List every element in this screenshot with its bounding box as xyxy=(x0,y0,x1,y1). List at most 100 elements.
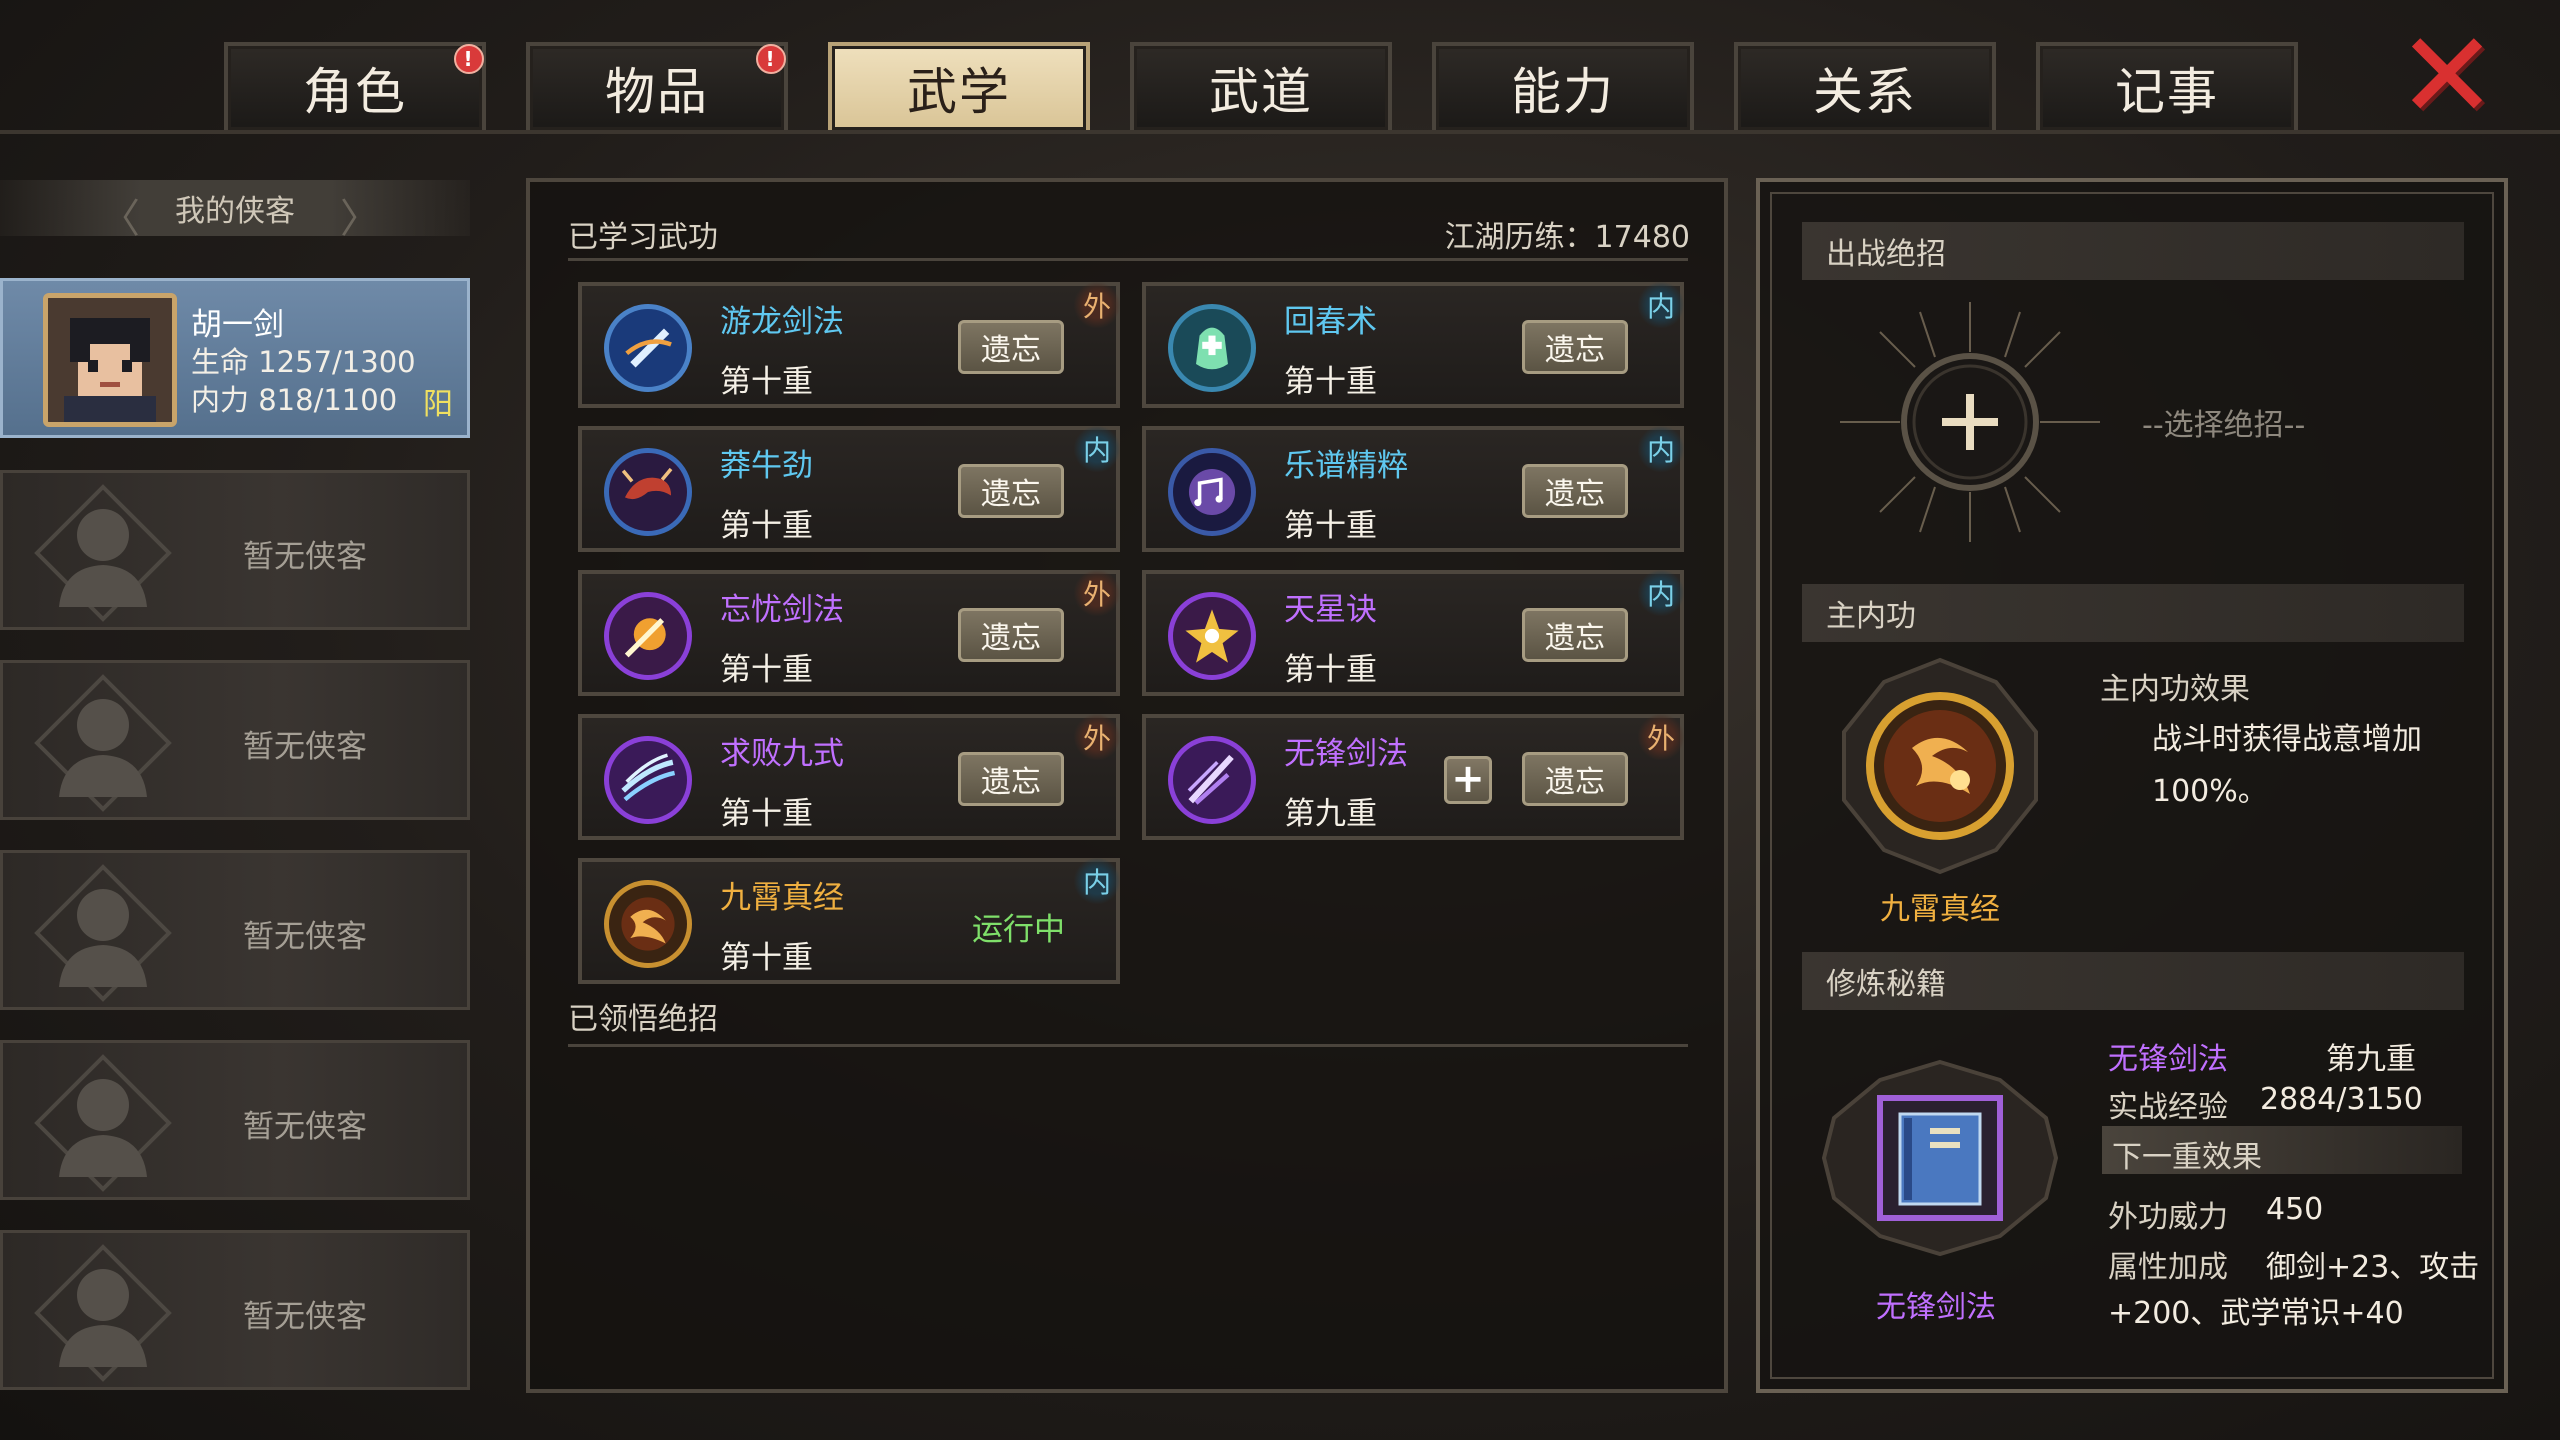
add-button[interactable]: + xyxy=(1444,756,1492,804)
silhouette-icon xyxy=(34,1054,172,1192)
skill-name: 莽牛劲 xyxy=(720,448,813,484)
empty-hero-slot[interactable]: 暂无侠客 xyxy=(0,660,470,820)
learned-skills-title: 已学习武功 xyxy=(568,220,718,255)
tab-label: 能力 xyxy=(1511,63,1615,121)
exp-label: 江湖历练：17480 xyxy=(1444,220,1690,255)
tab-journal[interactable]: 记事 xyxy=(2036,42,2298,130)
skill-level: 第十重 xyxy=(720,364,813,400)
skill-level: 第十重 xyxy=(1284,364,1377,400)
empty-slot-label: 暂无侠客 xyxy=(243,919,367,955)
tab-divider xyxy=(0,130,2560,134)
skill-card[interactable]: 求败九式 第十重 遗忘外 xyxy=(578,714,1120,840)
empty-hero-slot[interactable]: 暂无侠客 xyxy=(0,1230,470,1390)
forget-button[interactable]: 遗忘 xyxy=(1522,464,1628,518)
alert-badge: ! xyxy=(454,44,484,74)
star-icon xyxy=(1168,592,1256,680)
herb-potion-icon xyxy=(1168,304,1256,392)
bonus-value-line2: +200、武学常识+40 xyxy=(2108,1296,2404,1331)
main-inner-header: 主内功 xyxy=(1802,584,2464,642)
skill-type-badge: 外 xyxy=(1074,282,1120,328)
fire-swirl-icon xyxy=(604,880,692,968)
empty-hero-slot[interactable]: 暂无侠客 xyxy=(0,470,470,630)
power-label: 外功威力 xyxy=(2108,1200,2228,1235)
main-inner-slot[interactable] xyxy=(1820,656,2060,876)
hero-list-header: 〈 我的侠客 〉 xyxy=(0,180,470,242)
main-inner-effect-value: 100%。 xyxy=(2152,774,2268,809)
training-header: 修炼秘籍 xyxy=(1802,952,2464,1010)
skill-card[interactable]: 天星诀第十重 遗忘内 xyxy=(1142,570,1684,696)
main-inner-effect-title: 主内功效果 xyxy=(2100,672,2250,707)
training-skill-level: 第九重 xyxy=(2326,1042,2416,1077)
silhouette-icon xyxy=(34,1244,172,1382)
forget-button[interactable]: 遗忘 xyxy=(958,320,1064,374)
empty-hero-slot[interactable]: 暂无侠客 xyxy=(0,850,470,1010)
arrow-left-icon[interactable]: 〈 xyxy=(100,186,140,244)
skill-type-badge: 内 xyxy=(1074,858,1120,904)
close-icon[interactable]: ✕ xyxy=(2392,17,2502,137)
skill-type-badge: 内 xyxy=(1638,570,1684,616)
forget-button[interactable]: 遗忘 xyxy=(958,608,1064,662)
skill-name: 回春术 xyxy=(1284,304,1377,340)
skill-card[interactable]: 莽牛劲第十重 遗忘内 xyxy=(578,426,1120,552)
skill-level: 第十重 xyxy=(720,796,813,832)
empty-slot-label: 暂无侠客 xyxy=(243,539,367,575)
main-inner-title: 主内功 xyxy=(1826,599,1916,634)
hero-hp: 生命 1257/1300 xyxy=(191,345,416,379)
skill-card[interactable]: 无锋剑法 第九重 + 遗忘外 xyxy=(1142,714,1684,840)
tab-martial-arts[interactable]: 武学 xyxy=(828,42,1090,130)
divider xyxy=(568,258,1688,261)
skill-level: 第十重 xyxy=(720,652,813,688)
training-book-slot[interactable] xyxy=(1810,1058,2070,1258)
avatar xyxy=(43,293,177,427)
forget-button[interactable]: 遗忘 xyxy=(958,752,1064,806)
divider xyxy=(568,1044,1688,1047)
hero-card[interactable]: 胡一剑 生命 1257/1300 内力 818/1100 阳 xyxy=(0,278,470,438)
tab-label: 记事 xyxy=(2115,63,2219,121)
tab-relations[interactable]: 关系 xyxy=(1734,42,1996,130)
skill-name: 求败九式 xyxy=(720,736,844,772)
tab-wudao[interactable]: 武道 xyxy=(1130,42,1392,130)
tab-abilities[interactable]: 能力 xyxy=(1432,42,1694,130)
skill-type-badge: 外 xyxy=(1074,570,1120,616)
tab-label: 物品 xyxy=(605,63,709,121)
skill-name: 九霄真经 xyxy=(720,880,844,916)
skill-level: 第九重 xyxy=(1284,796,1377,832)
skill-name: 乐谱精粹 xyxy=(1284,448,1408,484)
skill-card[interactable]: 回春术 第十重 遗忘内 xyxy=(1142,282,1684,408)
skill-card[interactable]: 九霄真经 第十重 运行中内 xyxy=(578,858,1120,984)
forget-button[interactable]: 遗忘 xyxy=(1522,608,1628,662)
skill-name: 游龙剑法 xyxy=(720,304,844,340)
skill-level: 第十重 xyxy=(720,940,813,976)
tab-label: 关系 xyxy=(1813,63,1917,121)
empty-hero-slot[interactable]: 暂无侠客 xyxy=(0,1040,470,1200)
tab-role[interactable]: 角色 ! xyxy=(224,42,486,130)
skills-panel: 已学习武功 江湖历练：17480 游龙剑法 第十重 遗忘外回春术 第十重 遗忘内莽牛劲第… xyxy=(526,178,1728,1393)
skill-card[interactable]: 乐谱精粹 第十重 遗忘内 xyxy=(1142,426,1684,552)
skill-level: 第十重 xyxy=(720,508,813,544)
silhouette-icon xyxy=(34,484,172,622)
tab-items[interactable]: 物品 ! xyxy=(526,42,788,130)
slash-icon xyxy=(604,736,692,824)
skill-level: 第十重 xyxy=(1284,652,1377,688)
power-value: 450 xyxy=(2266,1192,2324,1227)
training-title: 修炼秘籍 xyxy=(1826,967,1946,1002)
forget-button[interactable]: 遗忘 xyxy=(958,464,1064,518)
training-skill-name: 无锋剑法 xyxy=(2108,1042,2228,1077)
add-ultimate-button[interactable] xyxy=(1820,292,2120,552)
select-ultimate-hint[interactable]: --选择绝招-- xyxy=(2142,400,2305,444)
empty-slot-label: 暂无侠客 xyxy=(243,1109,367,1145)
skill-type-badge: 内 xyxy=(1074,426,1120,472)
ultimate-header: 出战绝招 xyxy=(1802,222,2464,280)
tab-label: 角色 xyxy=(303,63,407,121)
ultimate-title: 出战绝招 xyxy=(1826,237,1946,272)
skill-card[interactable]: 游龙剑法第十重 遗忘外 xyxy=(578,282,1120,408)
arrow-right-icon[interactable]: 〉 xyxy=(340,186,380,244)
forget-button[interactable]: 遗忘 xyxy=(1522,752,1628,806)
forget-button[interactable]: 遗忘 xyxy=(1522,320,1628,374)
sword-swirl-icon xyxy=(604,304,692,392)
hero-list-title: 我的侠客 xyxy=(175,194,295,229)
skill-name: 天星诀 xyxy=(1284,592,1377,628)
bull-icon xyxy=(604,448,692,536)
main-inner-name: 九霄真经 xyxy=(1880,892,2000,927)
skill-card[interactable]: 忘忧剑法 第十重 遗忘外 xyxy=(578,570,1120,696)
